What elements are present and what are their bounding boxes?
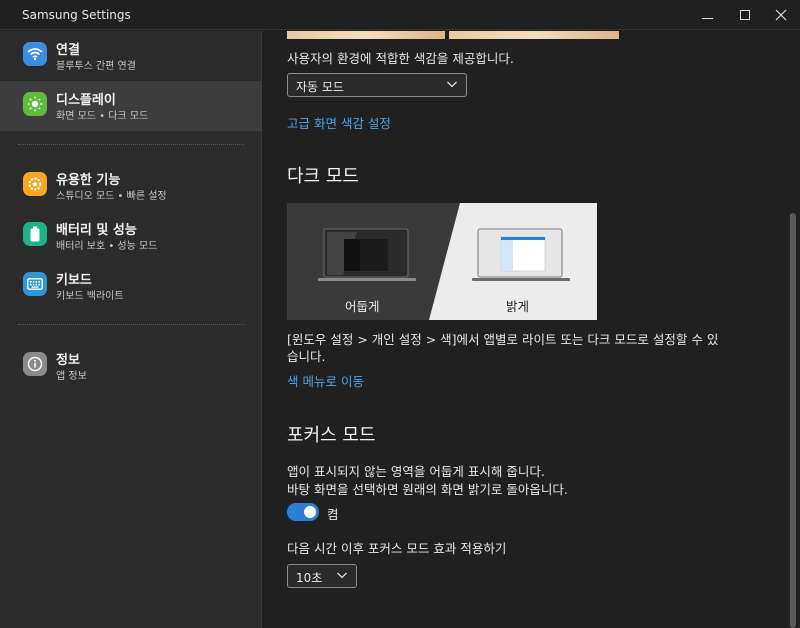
- close-button[interactable]: [762, 0, 800, 30]
- close-icon: [775, 9, 787, 21]
- sidebar-item-subtitle: 화면 모드 • 다크 모드: [56, 111, 149, 122]
- focus-mode-description-line1: 앱이 표시되지 않는 영역을 어둡게 표시해 줍니다.: [287, 464, 545, 479]
- advanced-color-settings-link[interactable]: 고급 화면 색감 설정: [287, 113, 391, 132]
- sidebar-item-title: 유용한 기능: [56, 173, 121, 188]
- dark-mode-note-line2: 습니다.: [287, 349, 326, 364]
- screen-mode-value: 자동 모드: [296, 80, 344, 94]
- sun-icon: [23, 92, 47, 116]
- maximize-button[interactable]: [726, 0, 764, 30]
- sidebar-item-title: 연결: [56, 43, 80, 58]
- focus-delay-value: 10초: [296, 571, 323, 585]
- dark-mode-heading: 다크 모드: [287, 166, 359, 187]
- sidebar-item-info[interactable]: 정보 앱 정보: [0, 341, 262, 391]
- sidebar-divider: [18, 144, 244, 145]
- star-gear-icon: [23, 172, 47, 196]
- sidebar-item-subtitle: 배터리 보호 • 성능 모드: [56, 241, 158, 252]
- dark-mode-note-line1: [윈도우 설정 > 개인 설정 > 색]에서 앱별로 라이트 또는 다크 모드로…: [287, 332, 719, 347]
- laptop-light-icon: [472, 228, 570, 281]
- sidebar-item-subtitle: 블루투스 간편 연결: [56, 61, 136, 72]
- sidebar-divider: [18, 324, 244, 325]
- wifi-icon: [23, 42, 47, 66]
- color-menu-link[interactable]: 색 메뉴로 이동: [287, 371, 364, 390]
- minimize-button[interactable]: [688, 0, 726, 30]
- toggle-knob: [304, 506, 316, 518]
- sidebar-item-subtitle: 키보드 백라이트: [56, 291, 124, 302]
- focus-delay-label: 다음 시간 이후 포커스 모드 효과 적용하기: [287, 541, 507, 556]
- sidebar-item-subtitle: 앱 정보: [56, 371, 87, 382]
- sidebar-item-subtitle: 스튜디오 모드 • 빠른 설정: [56, 191, 167, 202]
- sidebar-item-useful-features[interactable]: 유용한 기능 스튜디오 모드 • 빠른 설정: [0, 161, 262, 211]
- laptop-dark-icon: [318, 228, 416, 281]
- focus-mode-toggle[interactable]: [287, 503, 319, 521]
- sidebar-item-battery[interactable]: 배터리 및 성능 배터리 보호 • 성능 모드: [0, 211, 262, 261]
- sidebar-item-display[interactable]: 디스플레이 화면 모드 • 다크 모드: [0, 81, 262, 131]
- focus-mode-heading: 포커스 모드: [287, 425, 376, 446]
- screen-mode-select[interactable]: 자동 모드: [287, 73, 467, 97]
- sidebar-item-title: 배터리 및 성능: [56, 223, 137, 238]
- dark-mode-label: 어둡게: [345, 299, 380, 314]
- scrollbar-thumb[interactable]: [790, 213, 796, 628]
- chevron-down-icon: [337, 572, 347, 579]
- title-bar: Samsung Settings: [0, 0, 800, 30]
- maximize-icon: [740, 10, 750, 20]
- light-mode-label: 밝게: [506, 299, 530, 314]
- main-content: 사용자의 환경에 적합한 색감을 제공합니다. 자동 모드 고급 화면 색감 설…: [263, 31, 800, 628]
- chevron-down-icon: [447, 81, 457, 88]
- keyboard-icon: [23, 272, 47, 296]
- sidebar-item-title: 키보드: [56, 273, 92, 288]
- screen-mode-description: 사용자의 환경에 적합한 색감을 제공합니다.: [287, 51, 514, 66]
- sidebar-item-title: 디스플레이: [56, 93, 116, 108]
- color-preview-image: [287, 31, 445, 39]
- color-preview-image: [449, 31, 619, 39]
- sidebar-item-title: 정보: [56, 353, 80, 368]
- sidebar-item-connection[interactable]: 연결 블루투스 간편 연결: [0, 31, 262, 81]
- dark-mode-selector: 어둡게 밝게: [287, 203, 597, 320]
- battery-icon: [23, 222, 47, 246]
- info-icon: [23, 352, 47, 376]
- focus-mode-toggle-state: 켬: [327, 507, 339, 522]
- focus-mode-description-line2: 바탕 화면을 선택하면 원래의 화면 밝기로 돌아옵니다.: [287, 482, 568, 497]
- sidebar-item-keyboard[interactable]: 키보드 키보드 백라이트: [0, 261, 262, 311]
- sidebar: 연결 블루투스 간편 연결 디스플레이 화면 모드 • 다크 모드 유용한 기능…: [0, 31, 262, 628]
- minimize-icon: [701, 17, 713, 19]
- window-title: Samsung Settings: [22, 8, 131, 22]
- focus-delay-select[interactable]: 10초: [287, 564, 357, 588]
